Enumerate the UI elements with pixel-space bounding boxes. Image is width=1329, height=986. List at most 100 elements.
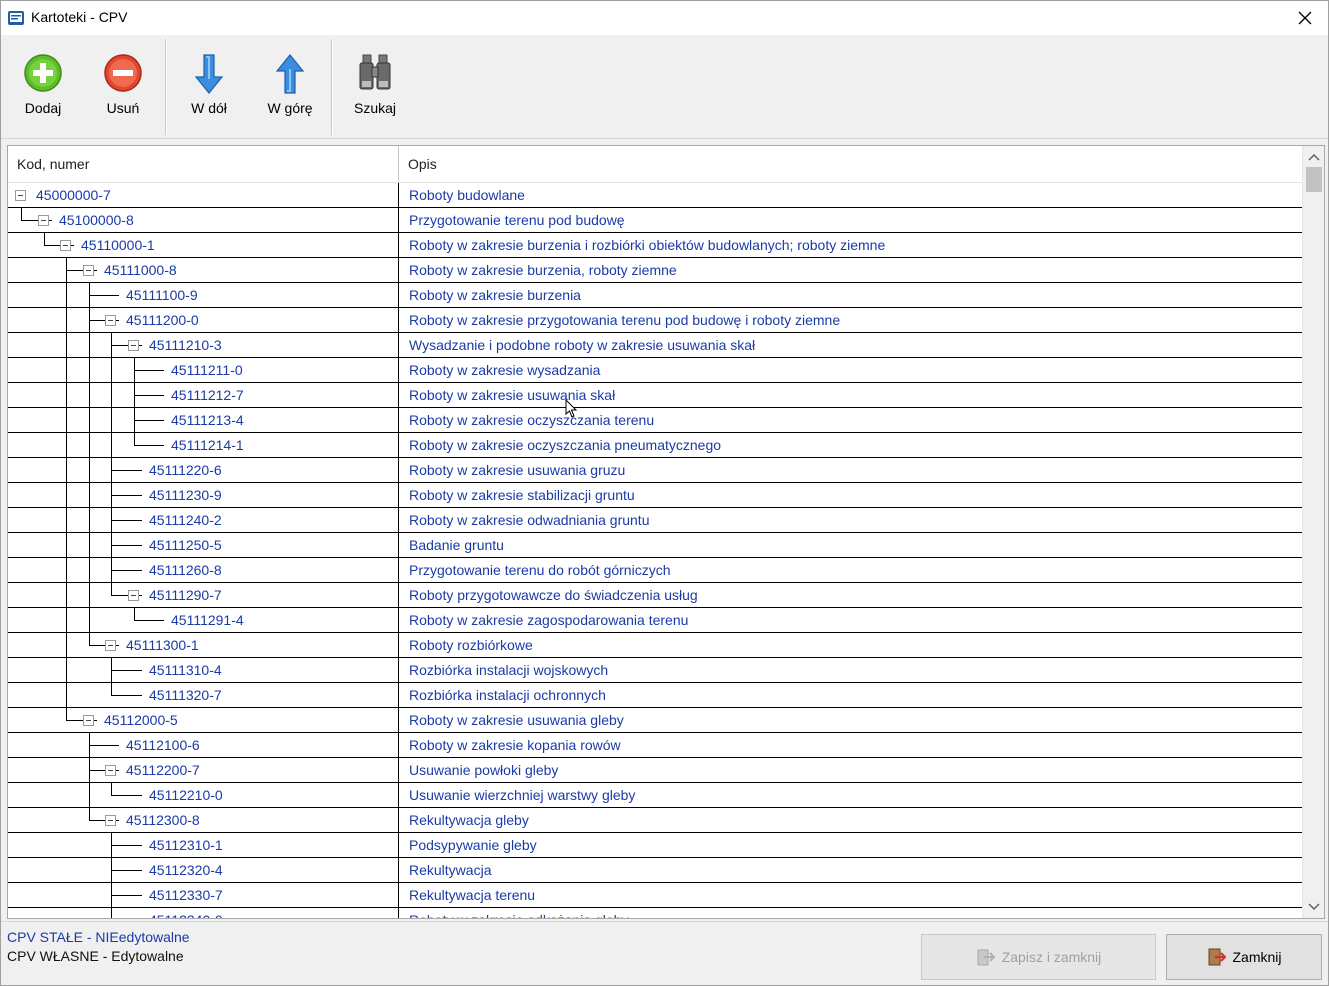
table-row[interactable]: 45111200-0 Roboty w zakresie przygotowani… bbox=[8, 308, 1302, 333]
table-row[interactable]: 45111260-8 Przygotowanie terenu do robót … bbox=[8, 558, 1302, 583]
table-row[interactable]: 45111000-8 Roboty w zakresie burzenia, ro… bbox=[8, 258, 1302, 283]
code-cell: 45112320-4 bbox=[8, 858, 399, 883]
collapse-toggle-icon[interactable] bbox=[38, 215, 49, 226]
cpv-code: 45111310-4 bbox=[149, 662, 222, 678]
table-row[interactable]: 45112310-1 Podsypywanie gleby bbox=[8, 833, 1302, 858]
cpv-code: 45112100-6 bbox=[126, 737, 200, 753]
cpv-description: Przygotowanie terenu do robót górniczych bbox=[409, 562, 671, 578]
table-row[interactable]: 45112100-6 Roboty w zakresie kopania rowó… bbox=[8, 733, 1302, 758]
tree-line bbox=[111, 520, 142, 521]
column-header-code[interactable]: Kod, numer bbox=[8, 146, 399, 183]
chevron-down-icon bbox=[1308, 903, 1320, 911]
table-row[interactable]: 45111300-1 Roboty rozbiórkowe bbox=[8, 633, 1302, 658]
collapse-toggle-icon[interactable] bbox=[15, 190, 26, 201]
collapse-toggle-icon[interactable] bbox=[60, 240, 71, 251]
cpv-code: 45110000-1 bbox=[81, 237, 155, 253]
collapse-toggle-icon[interactable] bbox=[105, 315, 116, 326]
scroll-down-arrow[interactable] bbox=[1303, 898, 1324, 916]
tree-line bbox=[66, 358, 67, 383]
move-down-button[interactable]: W dół bbox=[173, 49, 245, 129]
close-label: Zamknij bbox=[1232, 949, 1282, 965]
tree-line bbox=[89, 458, 90, 483]
table-row[interactable]: 45112210-0 Usuwanie wierzchniej warstwy g… bbox=[8, 783, 1302, 808]
tree-line bbox=[89, 533, 90, 558]
save-exit-icon bbox=[976, 947, 996, 967]
code-cell: 45112200-7 bbox=[8, 758, 399, 783]
table-row[interactable]: 45111320-7 Rozbiórka instalacji ochronnyc… bbox=[8, 683, 1302, 708]
table-row[interactable]: 45111212-7 Roboty w zakresie usuwania ska… bbox=[8, 383, 1302, 408]
cpv-description: Usuwanie powłoki gleby bbox=[409, 762, 559, 778]
table-row[interactable]: 45112330-7 Rekultywacja terenu bbox=[8, 883, 1302, 908]
move-down-label: W dół bbox=[191, 100, 227, 116]
tree-line bbox=[134, 620, 164, 621]
save-close-button[interactable]: Zapisz i zamknij bbox=[921, 934, 1156, 980]
table-row[interactable]: 45112200-7 Usuwanie powłoki gleby bbox=[8, 758, 1302, 783]
cpv-code: 45112340-0 bbox=[149, 908, 223, 918]
table-row[interactable]: 45112340-0 Roboty w zakresie odkażania gl… bbox=[8, 908, 1302, 918]
table-row[interactable]: 45111290-7 Roboty przygotowawcze do świad… bbox=[8, 583, 1302, 608]
chevron-up-icon bbox=[1308, 153, 1320, 161]
table-row[interactable]: 45112000-5 Roboty w zakresie usuwania gle… bbox=[8, 708, 1302, 733]
scroll-thumb[interactable] bbox=[1306, 167, 1322, 192]
footer: CPV STAŁE - NIEedytowalne CPV WŁASNE - E… bbox=[1, 921, 1328, 985]
close-button[interactable]: Zamknij bbox=[1166, 934, 1322, 980]
table-row[interactable]: 45111310-4 Rozbiórka instalacji wojskowyc… bbox=[8, 658, 1302, 683]
cpv-description: Roboty w zakresie stabilizacji gruntu bbox=[409, 487, 635, 503]
collapse-toggle-icon[interactable] bbox=[83, 715, 94, 726]
table-row[interactable]: 45100000-8 Przygotowanie terenu pod budow… bbox=[8, 208, 1302, 233]
table-row[interactable]: 45111230-9 Roboty w zakresie stabilizacji… bbox=[8, 483, 1302, 508]
cpv-code: 45111300-1 bbox=[126, 637, 199, 653]
app-icon bbox=[7, 9, 25, 27]
table-row[interactable]: 45000000-7 Roboty budowlane bbox=[8, 183, 1302, 208]
vertical-scrollbar[interactable] bbox=[1302, 146, 1324, 918]
tree-line bbox=[66, 633, 67, 658]
cpv-description: Wysadzanie i podobne roboty w zakresie u… bbox=[409, 337, 756, 353]
binoculars-icon bbox=[357, 53, 393, 96]
minus-circle-icon bbox=[103, 53, 143, 96]
cpv-description: Roboty w zakresie burzenia i rozbiórki o… bbox=[409, 237, 886, 253]
cpv-description: Roboty w zakresie usuwania skał bbox=[409, 387, 616, 403]
table-row[interactable]: 45112320-4 Rekultywacja bbox=[8, 858, 1302, 883]
exit-door-icon bbox=[1206, 947, 1227, 967]
cpv-code: 45112320-4 bbox=[149, 862, 223, 878]
collapse-toggle-icon[interactable] bbox=[128, 590, 139, 601]
cpv-description: Roboty w zakresie przygotowania terenu p… bbox=[409, 312, 841, 328]
table-row[interactable]: 45111210-3 Wysadzanie i podobne roboty w … bbox=[8, 333, 1302, 358]
tree-line bbox=[89, 295, 119, 296]
table-row[interactable]: 45111214-1 Roboty w zakresie oczyszczania… bbox=[8, 433, 1302, 458]
table-row[interactable]: 45111291-4 Roboty w zakresie zagospodarow… bbox=[8, 608, 1302, 633]
collapse-toggle-icon[interactable] bbox=[105, 765, 116, 776]
cpv-code: 45100000-8 bbox=[59, 212, 134, 228]
tree-line bbox=[89, 483, 90, 508]
table-row[interactable]: 45110000-1 Roboty w zakresie burzenia i r… bbox=[8, 233, 1302, 258]
collapse-toggle-icon[interactable] bbox=[128, 340, 139, 351]
cpv-description: Roboty w zakresie wysadzania bbox=[409, 362, 601, 378]
table-row[interactable]: 45111100-9 Roboty w zakresie burzenia bbox=[8, 283, 1302, 308]
legend-own: CPV WŁASNE - Edytowalne bbox=[7, 948, 184, 964]
cpv-description: Rozbiórka instalacji ochronnych bbox=[409, 687, 606, 703]
remove-button[interactable]: Usuń bbox=[87, 49, 159, 129]
tree-line bbox=[66, 308, 67, 333]
table-row[interactable]: 45111213-4 Roboty w zakresie oczyszczania… bbox=[8, 408, 1302, 433]
column-header-description[interactable]: Opis bbox=[400, 146, 1302, 183]
table-row[interactable]: 45111240-2 Roboty w zakresie odwadniania … bbox=[8, 508, 1302, 533]
table-row[interactable]: 45111211-0 Roboty w zakresie wysadzania bbox=[8, 358, 1302, 383]
search-button[interactable]: Szukaj bbox=[339, 49, 411, 129]
cpv-tree-grid[interactable]: Kod, numer Opis 45000000-7 Roboty budowla… bbox=[7, 145, 1325, 919]
tree-line bbox=[66, 408, 67, 433]
add-button[interactable]: Dodaj bbox=[7, 49, 79, 129]
code-cell: 45111200-0 bbox=[8, 308, 399, 333]
collapse-toggle-icon[interactable] bbox=[105, 640, 116, 651]
close-window-button[interactable] bbox=[1282, 1, 1328, 34]
table-row[interactable]: 45111250-5 Badanie gruntu bbox=[8, 533, 1302, 558]
scroll-up-arrow[interactable] bbox=[1303, 148, 1324, 166]
collapse-toggle-icon[interactable] bbox=[83, 265, 94, 276]
tree-line bbox=[134, 395, 164, 396]
collapse-toggle-icon[interactable] bbox=[105, 815, 116, 826]
table-row[interactable]: 45111220-6 Roboty w zakresie usuwania gru… bbox=[8, 458, 1302, 483]
table-row[interactable]: 45112300-8 Rekultywacja gleby bbox=[8, 808, 1302, 833]
move-up-button[interactable]: W górę bbox=[254, 49, 326, 129]
tree-line bbox=[89, 583, 90, 608]
tree-line bbox=[89, 745, 119, 746]
tree-line bbox=[111, 695, 142, 696]
